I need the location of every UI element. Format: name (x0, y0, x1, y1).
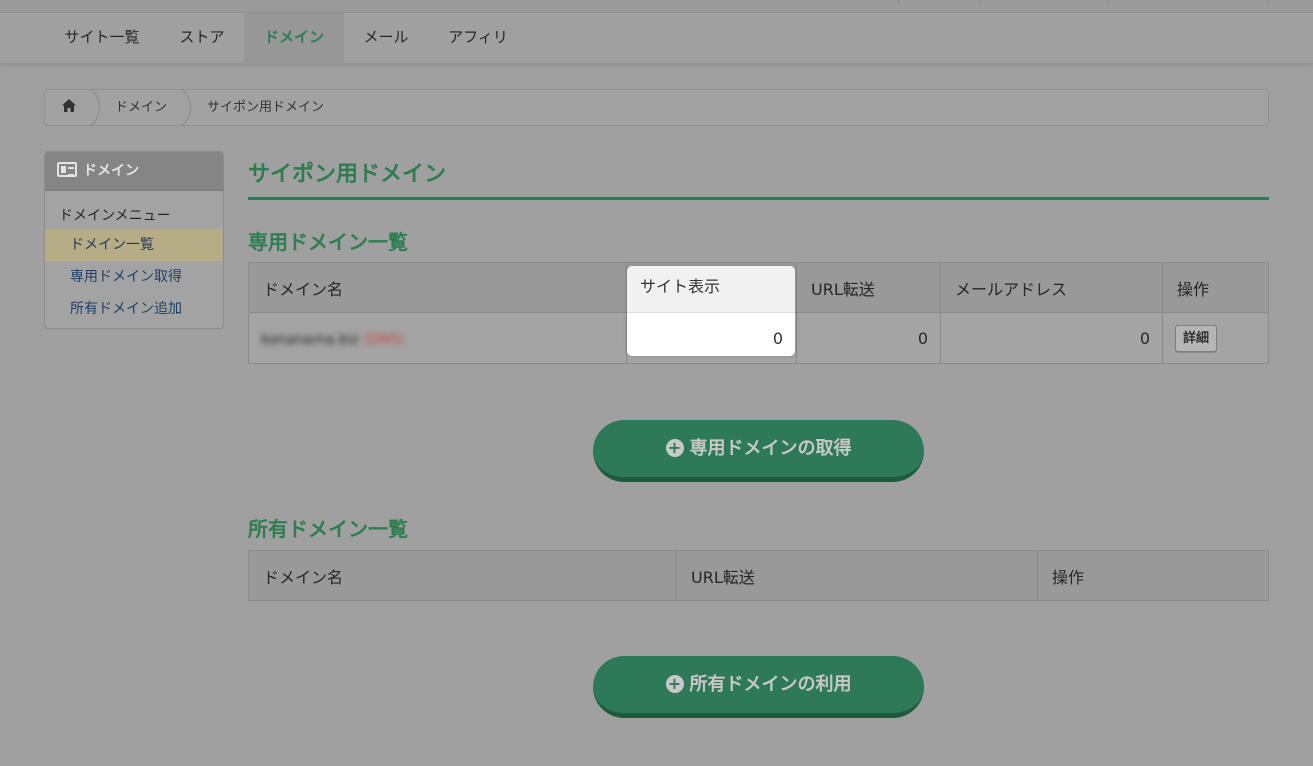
sidebar-item-get-dedicated[interactable]: 専用ドメイン取得 (45, 261, 223, 293)
get-dedicated-domain-button[interactable]: + 専用ドメインの取得 (593, 420, 924, 482)
nav-item-store[interactable]: ストア (160, 13, 244, 64)
breadcrumb-separator (89, 89, 100, 126)
site-display-header: サイト表示 (627, 266, 795, 313)
breadcrumb-separator (180, 89, 191, 126)
mail-count-cell: 0 (940, 312, 1163, 364)
plus-circle-icon: + (665, 675, 684, 693)
column-header: URL転送 (676, 550, 1038, 601)
nav-item-mail[interactable]: メール (344, 13, 428, 64)
owned-domain-table: ドメイン名 URL転送 操作 (248, 550, 1269, 601)
url-count-cell: 0 (796, 312, 941, 364)
column-header: ドメイン名 (248, 262, 627, 313)
breadcrumb: ドメイン サイポン用ドメイン (44, 89, 1269, 126)
sidebar-menu-title: ドメインメニュー (59, 208, 171, 224)
column-header: 操作 (1162, 262, 1269, 313)
title-divider (248, 197, 1269, 200)
sidebar-item-add-owned[interactable]: 所有ドメイン追加 (45, 293, 223, 325)
sidebar-item-domain-list[interactable]: ドメイン一覧 (45, 229, 223, 261)
column-header: 操作 (1037, 550, 1269, 601)
plus-circle-icon: + (665, 439, 684, 457)
column-header: メールアドレス (940, 262, 1163, 313)
owned-section-title: 所有ドメイン一覧 (248, 517, 408, 541)
nav-item-affiliate[interactable]: アフィリ (428, 13, 528, 64)
top-separator (1268, 0, 1269, 6)
id-card-icon (57, 162, 77, 177)
sidebar: ドメイン ドメインメニュー ドメイン一覧 専用ドメイン取得 所有ドメイン追加 (44, 151, 224, 329)
table-header-row: ドメイン名 URL転送 操作 (248, 550, 1269, 601)
column-header: ドメイン名 (248, 550, 677, 601)
highlighted-site-display-column: サイト表示 0 (627, 266, 795, 356)
breadcrumb-home[interactable] (62, 90, 82, 125)
home-icon (62, 99, 76, 112)
breadcrumb-item-domain[interactable]: ドメイン (115, 90, 167, 125)
detail-button[interactable]: 詳細 (1175, 324, 1217, 352)
blurred-domain-name: konanama.biz (DNS) (261, 331, 405, 348)
get-dedicated-domain-label: 専用ドメインの取得 (689, 438, 852, 459)
sidebar-header-label: ドメイン (83, 163, 139, 179)
sidebar-header: ドメイン (45, 152, 223, 191)
column-header: URL転送 (796, 262, 941, 313)
top-strip (0, 0, 1313, 13)
action-cell: 詳細 (1162, 312, 1269, 364)
dedicated-section-title: 専用ドメイン一覧 (248, 230, 408, 254)
top-separator (1108, 0, 1109, 6)
domain-name-cell: konanama.biz (DNS) (248, 312, 627, 364)
use-owned-domain-button[interactable]: + 所有ドメインの利用 (593, 656, 924, 718)
nav-item-sites[interactable]: サイト一覧 (44, 13, 160, 64)
nav-item-domain[interactable]: ドメイン (244, 13, 344, 64)
top-separator (898, 0, 899, 6)
breadcrumb-item-current: サイポン用ドメイン (207, 100, 325, 115)
page-title: サイポン用ドメイン (248, 162, 447, 187)
site-display-value: 0 (772, 329, 783, 348)
main-nav: サイト一覧 ストア ドメイン メール アフィリ (0, 13, 1313, 64)
use-owned-domain-label: 所有ドメインの利用 (689, 674, 852, 695)
top-separator (980, 0, 981, 6)
